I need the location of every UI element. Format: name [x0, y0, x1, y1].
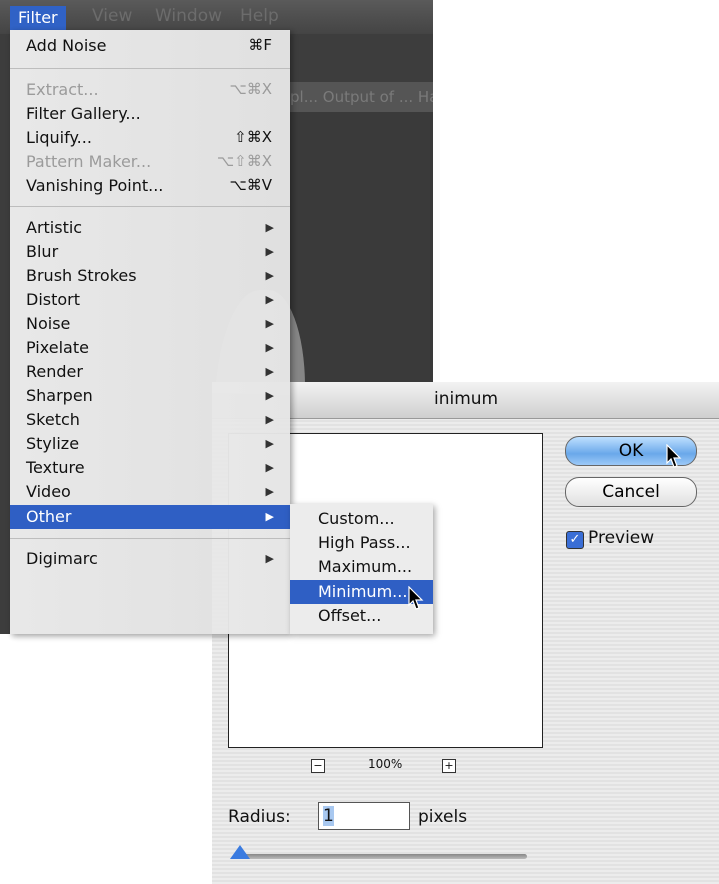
radius-label: Radius:	[228, 807, 291, 827]
submenu-arrow-icon: ▶	[265, 269, 274, 282]
menu-item-label: Brush Strokes	[26, 266, 137, 285]
menu-item-sketch[interactable]: Sketch ▶	[10, 408, 290, 432]
submenu-item-label: High Pass...	[318, 533, 411, 552]
menu-item-texture[interactable]: Texture ▶	[10, 456, 290, 480]
menu-item-label: Filter Gallery...	[26, 104, 141, 123]
menu-item-label: Render	[26, 362, 83, 381]
menu-item-label: Sketch	[26, 410, 80, 429]
menu-item-video[interactable]: Video ▶	[10, 480, 290, 504]
menu-item-label: Sharpen	[26, 386, 93, 405]
dialog-title: inimum	[434, 389, 499, 409]
menu-item-label: Add Noise	[26, 36, 107, 55]
menu-view[interactable]: View	[92, 6, 132, 26]
submenu-item-label: Maximum...	[318, 557, 413, 576]
menu-item-shortcut: ⌥⌘X	[229, 80, 272, 98]
menu-separator	[10, 68, 290, 69]
submenu-arrow-icon: ▶	[265, 317, 274, 330]
menu-separator	[10, 206, 290, 207]
menu-item-label: Video	[26, 482, 71, 501]
menu-item-liquify[interactable]: Liquify... ⇧⌘X	[10, 126, 290, 150]
submenu-arrow-icon: ▶	[265, 510, 274, 523]
menu-separator	[10, 538, 290, 539]
menu-item-shortcut: ⌥⌘V	[229, 176, 272, 194]
menu-item-label: Vanishing Point...	[26, 176, 164, 195]
submenu-arrow-icon: ▶	[265, 413, 274, 426]
submenu-arrow-icon: ▶	[265, 341, 274, 354]
zoom-level: 100%	[368, 757, 403, 771]
submenu-arrow-icon: ▶	[265, 389, 274, 402]
menu-item-pixelate[interactable]: Pixelate ▶	[10, 336, 290, 360]
menu-item-artistic[interactable]: Artistic ▶	[10, 216, 290, 240]
menu-item-blur[interactable]: Blur ▶	[10, 240, 290, 264]
menu-item-other[interactable]: Other ▶	[10, 505, 290, 529]
menu-item-filter-gallery[interactable]: Filter Gallery...	[10, 102, 290, 126]
radius-value: 1	[323, 806, 334, 826]
submenu-item-maximum[interactable]: Maximum...	[290, 555, 433, 579]
menu-item-label: Artistic	[26, 218, 83, 237]
menu-item-sharpen[interactable]: Sharpen ▶	[10, 384, 290, 408]
submenu-item-high-pass[interactable]: High Pass...	[290, 531, 433, 555]
menu-item-noise[interactable]: Noise ▶	[10, 312, 290, 336]
radius-slider[interactable]	[236, 854, 527, 859]
zoom-out-button[interactable]: −	[311, 759, 325, 773]
preview-checkbox[interactable]: ✓	[566, 531, 584, 549]
menu-item-label: Pixelate	[26, 338, 89, 357]
menu-item-distort[interactable]: Distort ▶	[10, 288, 290, 312]
submenu-arrow-icon: ▶	[265, 461, 274, 474]
menu-item-label: Noise	[26, 314, 71, 333]
zoom-in-button[interactable]: +	[442, 759, 456, 773]
menu-item-label: Other	[26, 507, 72, 526]
menu-item-shortcut: ⇧⌘X	[234, 128, 272, 146]
menu-item-stylize[interactable]: Stylize ▶	[10, 432, 290, 456]
menu-window[interactable]: Window	[155, 6, 222, 26]
submenu-arrow-icon: ▶	[265, 485, 274, 498]
menu-filter[interactable]: Filter	[10, 6, 66, 30]
menu-item-shortcut: ⌘F	[248, 36, 272, 54]
menu-item-pattern-maker: Pattern Maker... ⌥⇧⌘X	[10, 150, 290, 174]
submenu-item-label: Custom...	[318, 509, 395, 528]
submenu-arrow-icon: ▶	[265, 221, 274, 234]
menu-item-extract: Extract... ⌥⌘X	[10, 78, 290, 102]
menu-item-label: Blur	[26, 242, 59, 261]
submenu-item-label: Offset...	[318, 606, 382, 625]
radius-input[interactable]: 1	[318, 802, 410, 830]
menu-item-render[interactable]: Render ▶	[10, 360, 290, 384]
cancel-button[interactable]: Cancel	[565, 477, 697, 507]
menu-item-label: Pattern Maker...	[26, 152, 152, 171]
mouse-cursor-icon	[408, 586, 424, 610]
menu-help[interactable]: Help	[240, 6, 279, 26]
menu-item-label: Extract...	[26, 80, 99, 99]
menu-item-label: Distort	[26, 290, 81, 309]
menu-item-digimarc[interactable]: Digimarc ▶	[10, 547, 290, 571]
mouse-cursor-icon	[666, 444, 682, 468]
preview-label: Preview	[588, 528, 655, 548]
submenu-arrow-icon: ▶	[265, 365, 274, 378]
menu-item-brush-strokes[interactable]: Brush Strokes ▶	[10, 264, 290, 288]
menu-item-label: Texture	[26, 458, 85, 477]
submenu-arrow-icon: ▶	[265, 437, 274, 450]
menu-item-vanishing-point[interactable]: Vanishing Point... ⌥⌘V	[10, 174, 290, 198]
menu-item-shortcut: ⌥⇧⌘X	[216, 152, 272, 170]
submenu-arrow-icon: ▶	[265, 245, 274, 258]
menu-item-label: Stylize	[26, 434, 80, 453]
submenu-item-custom[interactable]: Custom...	[290, 507, 433, 531]
menu-item-label: Liquify...	[26, 128, 92, 147]
menu-item-label: Digimarc	[26, 549, 98, 568]
radius-slider-thumb[interactable]	[230, 845, 250, 859]
document-title: pl... Output of ... Harrison Selection S…	[290, 82, 433, 112]
submenu-arrow-icon: ▶	[265, 552, 274, 565]
menu-item-add-noise[interactable]: Add Noise ⌘F	[10, 34, 290, 58]
radius-unit-label: pixels	[418, 807, 468, 827]
submenu-item-label: Minimum...	[318, 582, 408, 601]
submenu-arrow-icon: ▶	[265, 293, 274, 306]
